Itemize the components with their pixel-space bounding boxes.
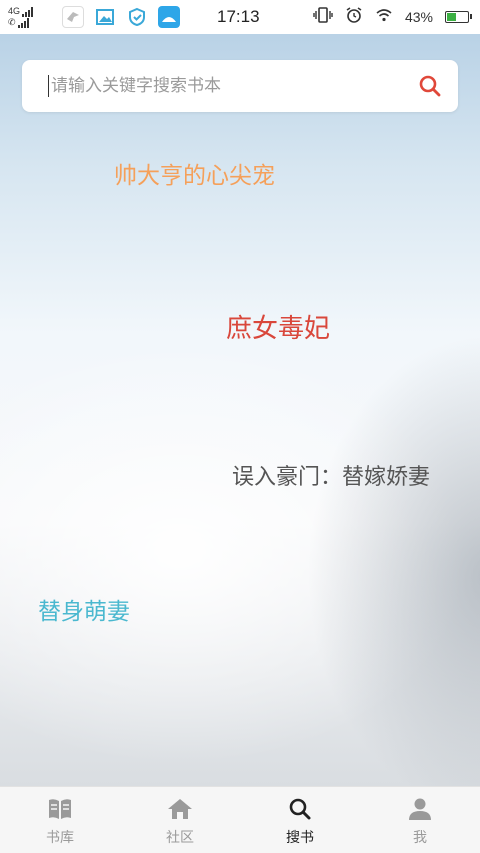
search-icon[interactable] — [416, 72, 444, 100]
tab-label: 社区 — [166, 830, 194, 846]
status-bar: 4G ✆ 17:13 43% — [0, 0, 480, 34]
hot-keyword[interactable]: 误入豪门：替嫁娇妻 — [232, 459, 430, 491]
search-input[interactable] — [48, 75, 416, 97]
vibrate-icon — [313, 6, 333, 27]
network-type: 4G — [8, 6, 21, 16]
phone-icon: ✆ — [8, 17, 16, 27]
tab-label: 我 — [413, 830, 427, 846]
content-background — [0, 34, 480, 786]
search-box[interactable] — [22, 60, 458, 112]
search-icon — [287, 796, 313, 822]
tab-label: 搜书 — [286, 830, 314, 846]
tab-community[interactable]: 社区 — [120, 787, 240, 853]
wifi-icon — [375, 7, 393, 26]
home-icon — [167, 796, 193, 822]
hot-keyword[interactable]: 替身萌妻 — [38, 592, 130, 626]
bird-app-icon — [62, 6, 84, 28]
signal-bars-icon — [17, 18, 29, 28]
signal-bars-icon — [22, 7, 34, 17]
battery-percent: 43% — [404, 8, 433, 25]
blue-app-icon — [158, 6, 180, 28]
tab-label: 书库 — [46, 830, 74, 846]
hot-keyword[interactable]: 庶女毒妃 — [226, 308, 330, 345]
shield-check-icon — [126, 6, 148, 28]
bottom-tab-bar: 书库 社区 搜书 我 — [0, 786, 480, 853]
battery-icon — [445, 10, 472, 23]
alarm-icon — [345, 6, 363, 27]
tab-library[interactable]: 书库 — [0, 787, 120, 853]
gallery-icon — [94, 6, 116, 28]
book-icon — [47, 796, 73, 822]
notification-icons — [62, 6, 180, 28]
hot-keyword[interactable]: 帅大亨的心尖宠 — [114, 156, 275, 190]
signal-indicators: 4G ✆ — [8, 6, 52, 28]
tab-me[interactable]: 我 — [360, 787, 480, 853]
status-right: 43% — [313, 6, 472, 27]
user-icon — [407, 796, 433, 822]
clock: 17:13 — [217, 7, 260, 26]
tab-search[interactable]: 搜书 — [240, 787, 360, 853]
